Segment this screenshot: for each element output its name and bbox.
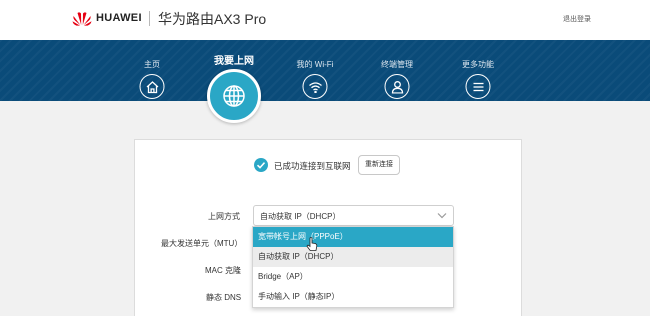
nav-item-wifi[interactable]: 我的 Wi-Fi	[292, 57, 338, 101]
nav-banner: 主页 我的 Wi-Fi 终端管理 更多功能	[0, 40, 650, 101]
nav-item-devices[interactable]: 终端管理	[374, 57, 420, 101]
huawei-logo-icon	[72, 12, 92, 26]
connection-type-value: 自动获取 IP（DHCP）	[260, 212, 341, 221]
globe-icon	[223, 85, 245, 107]
top-header: HUAWEI 华为路由AX3 Pro 退出登录	[0, 0, 650, 40]
nav-label-more: 更多功能	[462, 60, 494, 69]
menu-icon	[465, 74, 491, 99]
nav-label-devices: 终端管理	[381, 60, 413, 69]
connection-type-select[interactable]: 自动获取 IP（DHCP）	[253, 205, 454, 226]
nav-label-wifi: 我的 Wi-Fi	[296, 60, 334, 69]
connection-status: 已成功连接到互联网	[274, 161, 351, 171]
nav-item-more[interactable]: 更多功能	[455, 57, 501, 101]
nav-label-home: 主页	[144, 60, 160, 69]
product-name: 华为路由AX3 Pro	[158, 11, 267, 27]
hand-pointer-icon	[306, 237, 318, 251]
mac-clone-label: MAC 克隆	[205, 266, 241, 275]
connection-type-label: 上网方式	[208, 212, 240, 221]
header-divider	[149, 11, 150, 26]
connection-type-dropdown: 宽带帐号上网（PPPoE） 自动获取 IP（DHCP） Bridge（AP） 手…	[252, 226, 454, 308]
mtu-label: 最大发送单元（MTU）	[161, 239, 243, 248]
option-pppoe[interactable]: 宽带帐号上网（PPPoE）	[253, 227, 453, 247]
nav-label-internet[interactable]: 我要上网	[205, 52, 263, 67]
user-icon	[384, 74, 410, 99]
reconnect-button[interactable]: 重新连接	[358, 155, 400, 175]
brand-name: HUAWEI	[96, 12, 142, 24]
check-icon	[254, 158, 268, 172]
wifi-icon	[302, 74, 328, 99]
home-icon	[139, 74, 165, 99]
nav-item-internet[interactable]	[207, 69, 261, 123]
logout-link[interactable]: 退出登录	[563, 14, 591, 24]
option-bridge[interactable]: Bridge（AP）	[253, 267, 453, 287]
static-dns-label: 静态 DNS	[206, 293, 242, 302]
option-static-ip[interactable]: 手动输入 IP（静态IP）	[253, 287, 453, 307]
nav-item-home[interactable]: 主页	[132, 57, 172, 101]
option-dhcp[interactable]: 自动获取 IP（DHCP）	[253, 247, 453, 267]
chevron-down-icon	[437, 213, 447, 219]
